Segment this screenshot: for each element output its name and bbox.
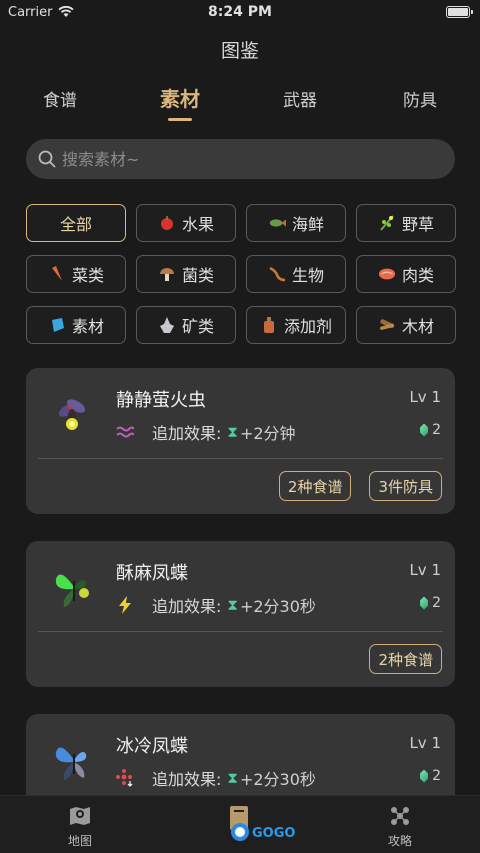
effect-duration: +2分30秒 <box>239 597 316 616</box>
apple-icon <box>158 214 176 232</box>
gem-count: 2 <box>420 768 441 784</box>
armor-tag-button[interactable]: 3件防具 <box>369 471 442 501</box>
filter-label: 矿类 <box>181 317 214 336</box>
item-level: Lv 1 <box>409 388 441 406</box>
filter-label: 添加剂 <box>283 317 332 336</box>
filter-label: 肉类 <box>401 266 434 285</box>
encyclopedia-book-icon: GOGO <box>230 806 295 841</box>
status-time: 8:24 PM <box>208 4 272 20</box>
stealth-icon <box>116 423 134 441</box>
butterfly-icon <box>46 559 102 615</box>
search-input[interactable] <box>62 149 422 169</box>
firefly-icon <box>46 386 102 442</box>
filter-label: 水果 <box>181 215 214 234</box>
hourglass-icon: ⧗ <box>227 423 238 441</box>
item-name: 静静萤火虫 <box>116 390 206 411</box>
guide-network-icon <box>391 807 409 825</box>
divider <box>38 458 443 459</box>
item-level: Lv 1 <box>409 561 441 579</box>
nav-guide-label: 攻略 <box>387 834 412 848</box>
item-level: Lv 1 <box>409 734 441 752</box>
recipes-tag-button[interactable]: 2种食谱 <box>369 644 442 674</box>
filter-label: 生物 <box>291 266 324 285</box>
gem-value: 2 <box>432 422 441 438</box>
filter-wood[interactable]: 木材 <box>356 306 456 344</box>
active-tab-indicator <box>168 118 192 121</box>
filter-label: 菜类 <box>71 266 104 285</box>
search-bar[interactable] <box>26 139 455 179</box>
gem-value: 2 <box>432 768 441 784</box>
filter-label: 海鲜 <box>291 215 324 234</box>
hourglass-icon: ⧗ <box>227 596 238 614</box>
filter-label: 全部 <box>59 215 92 234</box>
butterfly-icon <box>46 732 102 788</box>
page-title: 图鉴 <box>220 40 259 62</box>
filter-label: 木材 <box>401 317 434 336</box>
lightning-icon <box>116 596 134 614</box>
tab-armor[interactable]: 防具 <box>380 86 460 111</box>
mushroom-icon <box>158 265 176 283</box>
effect-duration: +2分30秒 <box>239 770 316 789</box>
herb-icon <box>378 214 396 232</box>
filter-seafood[interactable]: 海鲜 <box>246 204 346 242</box>
gem-icon <box>420 423 429 437</box>
item-effect: 追加效果: ⧗ +2分30秒 <box>116 593 316 617</box>
svg-text:GOGO: GOGO <box>252 826 295 841</box>
crystal-icon <box>48 316 66 334</box>
material-card[interactable]: 酥麻凤蝶 Lv 1 追加效果: ⧗ +2分30秒 2 2种食谱 <box>26 541 455 687</box>
carrot-icon <box>48 265 66 283</box>
search-icon <box>38 150 56 168</box>
bottle-icon <box>260 316 278 334</box>
filter-label: 野草 <box>401 215 434 234</box>
battery-icon <box>446 6 473 18</box>
status-bar: Carrier 8:24 PM <box>0 0 480 24</box>
meat-icon <box>378 265 396 283</box>
tab-weapons[interactable]: 武器 <box>260 86 340 111</box>
filter-vegetables[interactable]: 菜类 <box>26 255 126 293</box>
filter-all[interactable]: 全部 <box>26 204 126 242</box>
gem-value: 2 <box>432 595 441 611</box>
map-icon <box>70 807 90 825</box>
effect-label: 追加效果: <box>152 770 222 789</box>
filter-materials[interactable]: 素材 <box>26 306 126 344</box>
item-effect: 追加效果: ⧗ +2分30秒 <box>116 766 316 790</box>
gem-count: 2 <box>420 422 441 438</box>
effect-duration: +2分钟 <box>239 424 296 443</box>
nav-map-label: 地图 <box>67 834 92 848</box>
nav-guide[interactable]: 攻略 <box>370 804 430 849</box>
wood-icon <box>378 316 396 334</box>
fish-icon <box>268 214 286 232</box>
nav-encyclopedia[interactable]: GOGO <box>228 802 338 848</box>
item-effect: 追加效果: ⧗ +2分钟 <box>116 420 296 444</box>
recipes-tag-button[interactable]: 2种食谱 <box>278 471 352 501</box>
gem-icon <box>420 769 429 783</box>
filter-mushrooms[interactable]: 菌类 <box>136 255 236 293</box>
effect-label: 追加效果: <box>152 597 222 616</box>
divider <box>38 631 443 632</box>
material-card[interactable]: 静静萤火虫 Lv 1 追加效果: ⧗ +2分钟 2 2种食谱 3件防具 <box>26 368 455 514</box>
filter-fruit[interactable]: 水果 <box>136 204 236 242</box>
hourglass-icon: ⧗ <box>227 769 238 787</box>
filter-herbs[interactable]: 野草 <box>356 204 456 242</box>
category-tabs: 食谱 素材 武器 防具 <box>0 86 480 126</box>
tab-recipes[interactable]: 食谱 <box>20 86 100 111</box>
tab-materials[interactable]: 素材 <box>140 83 220 112</box>
ore-icon <box>158 316 176 334</box>
filter-additives[interactable]: 添加剂 <box>246 306 346 344</box>
filter-ores[interactable]: 矿类 <box>136 306 236 344</box>
lizard-icon <box>268 265 286 283</box>
bottom-navigation: 地图 GOGO 攻略 <box>0 795 480 853</box>
gem-count: 2 <box>420 595 441 611</box>
cold-resist-icon <box>116 769 134 787</box>
item-name: 酥麻凤蝶 <box>116 563 188 584</box>
gem-icon <box>420 596 429 610</box>
filter-label: 菌类 <box>181 266 214 285</box>
item-name: 冰冷凤蝶 <box>116 736 188 757</box>
nav-map[interactable]: 地图 <box>50 804 110 849</box>
filter-creatures[interactable]: 生物 <box>246 255 346 293</box>
filter-label: 素材 <box>71 317 104 336</box>
filter-meat[interactable]: 肉类 <box>356 255 456 293</box>
effect-label: 追加效果: <box>152 424 222 443</box>
